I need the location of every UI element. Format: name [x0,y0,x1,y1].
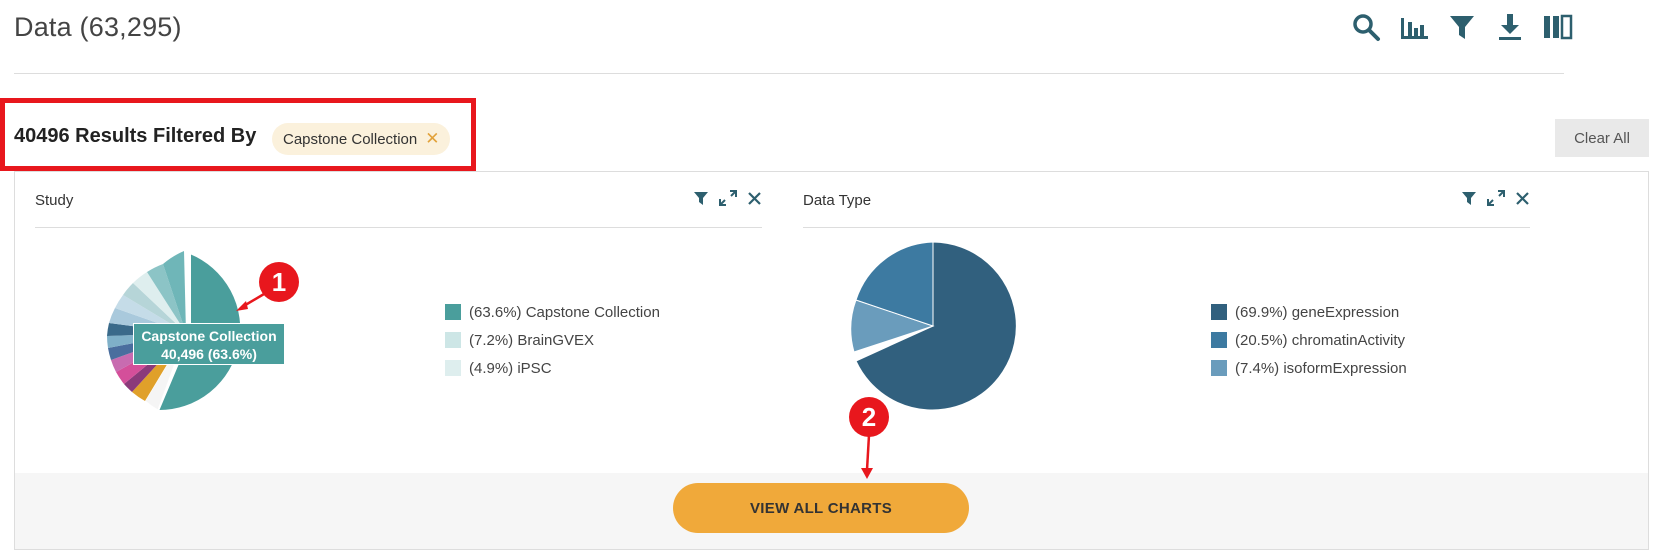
datatype-pie-chart[interactable] [843,236,1023,416]
legend-item[interactable]: (4.9%) iPSC [445,354,660,382]
remove-filter-icon[interactable]: ✕ [425,129,439,149]
datatype-card-header: Data Type [803,172,1530,228]
page-title: Data (63,295) [14,12,182,42]
study-card-header: Study [35,172,762,228]
datatype-card-title: Data Type [803,192,872,209]
filter-icon[interactable] [1461,190,1477,206]
download-icon[interactable] [1493,10,1527,44]
close-icon[interactable] [747,191,762,206]
datatype-chart-card: Data Type (69.9%) geneExpression (20.5%)… [803,172,1530,472]
callout-marker-1: 1 [259,262,299,302]
filter-icon[interactable] [1445,10,1479,44]
datatype-card-tools [1461,190,1530,206]
legend-item[interactable]: (63.6%) Capstone Collection [445,298,660,326]
legend-swatch [1211,332,1227,348]
legend-label: (63.6%) Capstone Collection [469,303,660,321]
study-card-tools [693,190,762,206]
study-legend: (63.6%) Capstone Collection (7.2%) Brain… [445,298,660,382]
legend-swatch [445,332,461,348]
view-all-charts-button[interactable]: VIEW ALL CHARTS [673,483,969,533]
legend-label: (4.9%) iPSC [469,359,552,377]
legend-swatch [445,304,461,320]
legend-swatch [1211,304,1227,320]
legend-item[interactable]: (7.2%) BrainGVEX [445,326,660,354]
columns-icon[interactable] [1541,10,1575,44]
header-divider [14,73,1564,74]
tooltip-name: Capstone Collection [141,328,277,344]
expand-icon[interactable] [719,190,737,206]
datatype-legend: (69.9%) geneExpression (20.5%) chromatin… [1211,298,1407,382]
study-card-title: Study [35,192,74,209]
bar-chart-icon[interactable] [1397,10,1431,44]
tooltip-value: 40,496 (63.6%) [161,346,257,362]
legend-swatch [445,360,461,376]
filter-chip-capstone[interactable]: Capstone Collection ✕ [272,123,450,155]
legend-item[interactable]: (7.4%) isoformExpression [1211,354,1407,382]
pie-tooltip: Capstone Collection 40,496 (63.6%) [133,323,285,365]
search-icon[interactable] [1349,10,1383,44]
legend-item[interactable]: (20.5%) chromatinActivity [1211,326,1407,354]
study-chart-card: Study Capstone Collection 40,496 (63.6%)… [35,172,762,472]
legend-label: (20.5%) chromatinActivity [1235,331,1406,349]
legend-swatch [1211,360,1227,376]
legend-label: (69.9%) geneExpression [1235,303,1400,321]
filter-icon[interactable] [693,190,709,206]
filter-chip-label: Capstone Collection [283,130,418,148]
close-icon[interactable] [1515,191,1530,206]
legend-item[interactable]: (69.9%) geneExpression [1211,298,1407,326]
legend-label: (7.4%) isoformExpression [1235,359,1407,377]
expand-icon[interactable] [1487,190,1505,206]
callout-marker-2: 2 [849,397,889,437]
legend-label: (7.2%) BrainGVEX [469,331,595,349]
clear-all-button[interactable]: Clear All [1555,119,1649,157]
data-toolbar [1349,10,1575,44]
filter-summary: 40496 Results Filtered By [14,125,257,147]
